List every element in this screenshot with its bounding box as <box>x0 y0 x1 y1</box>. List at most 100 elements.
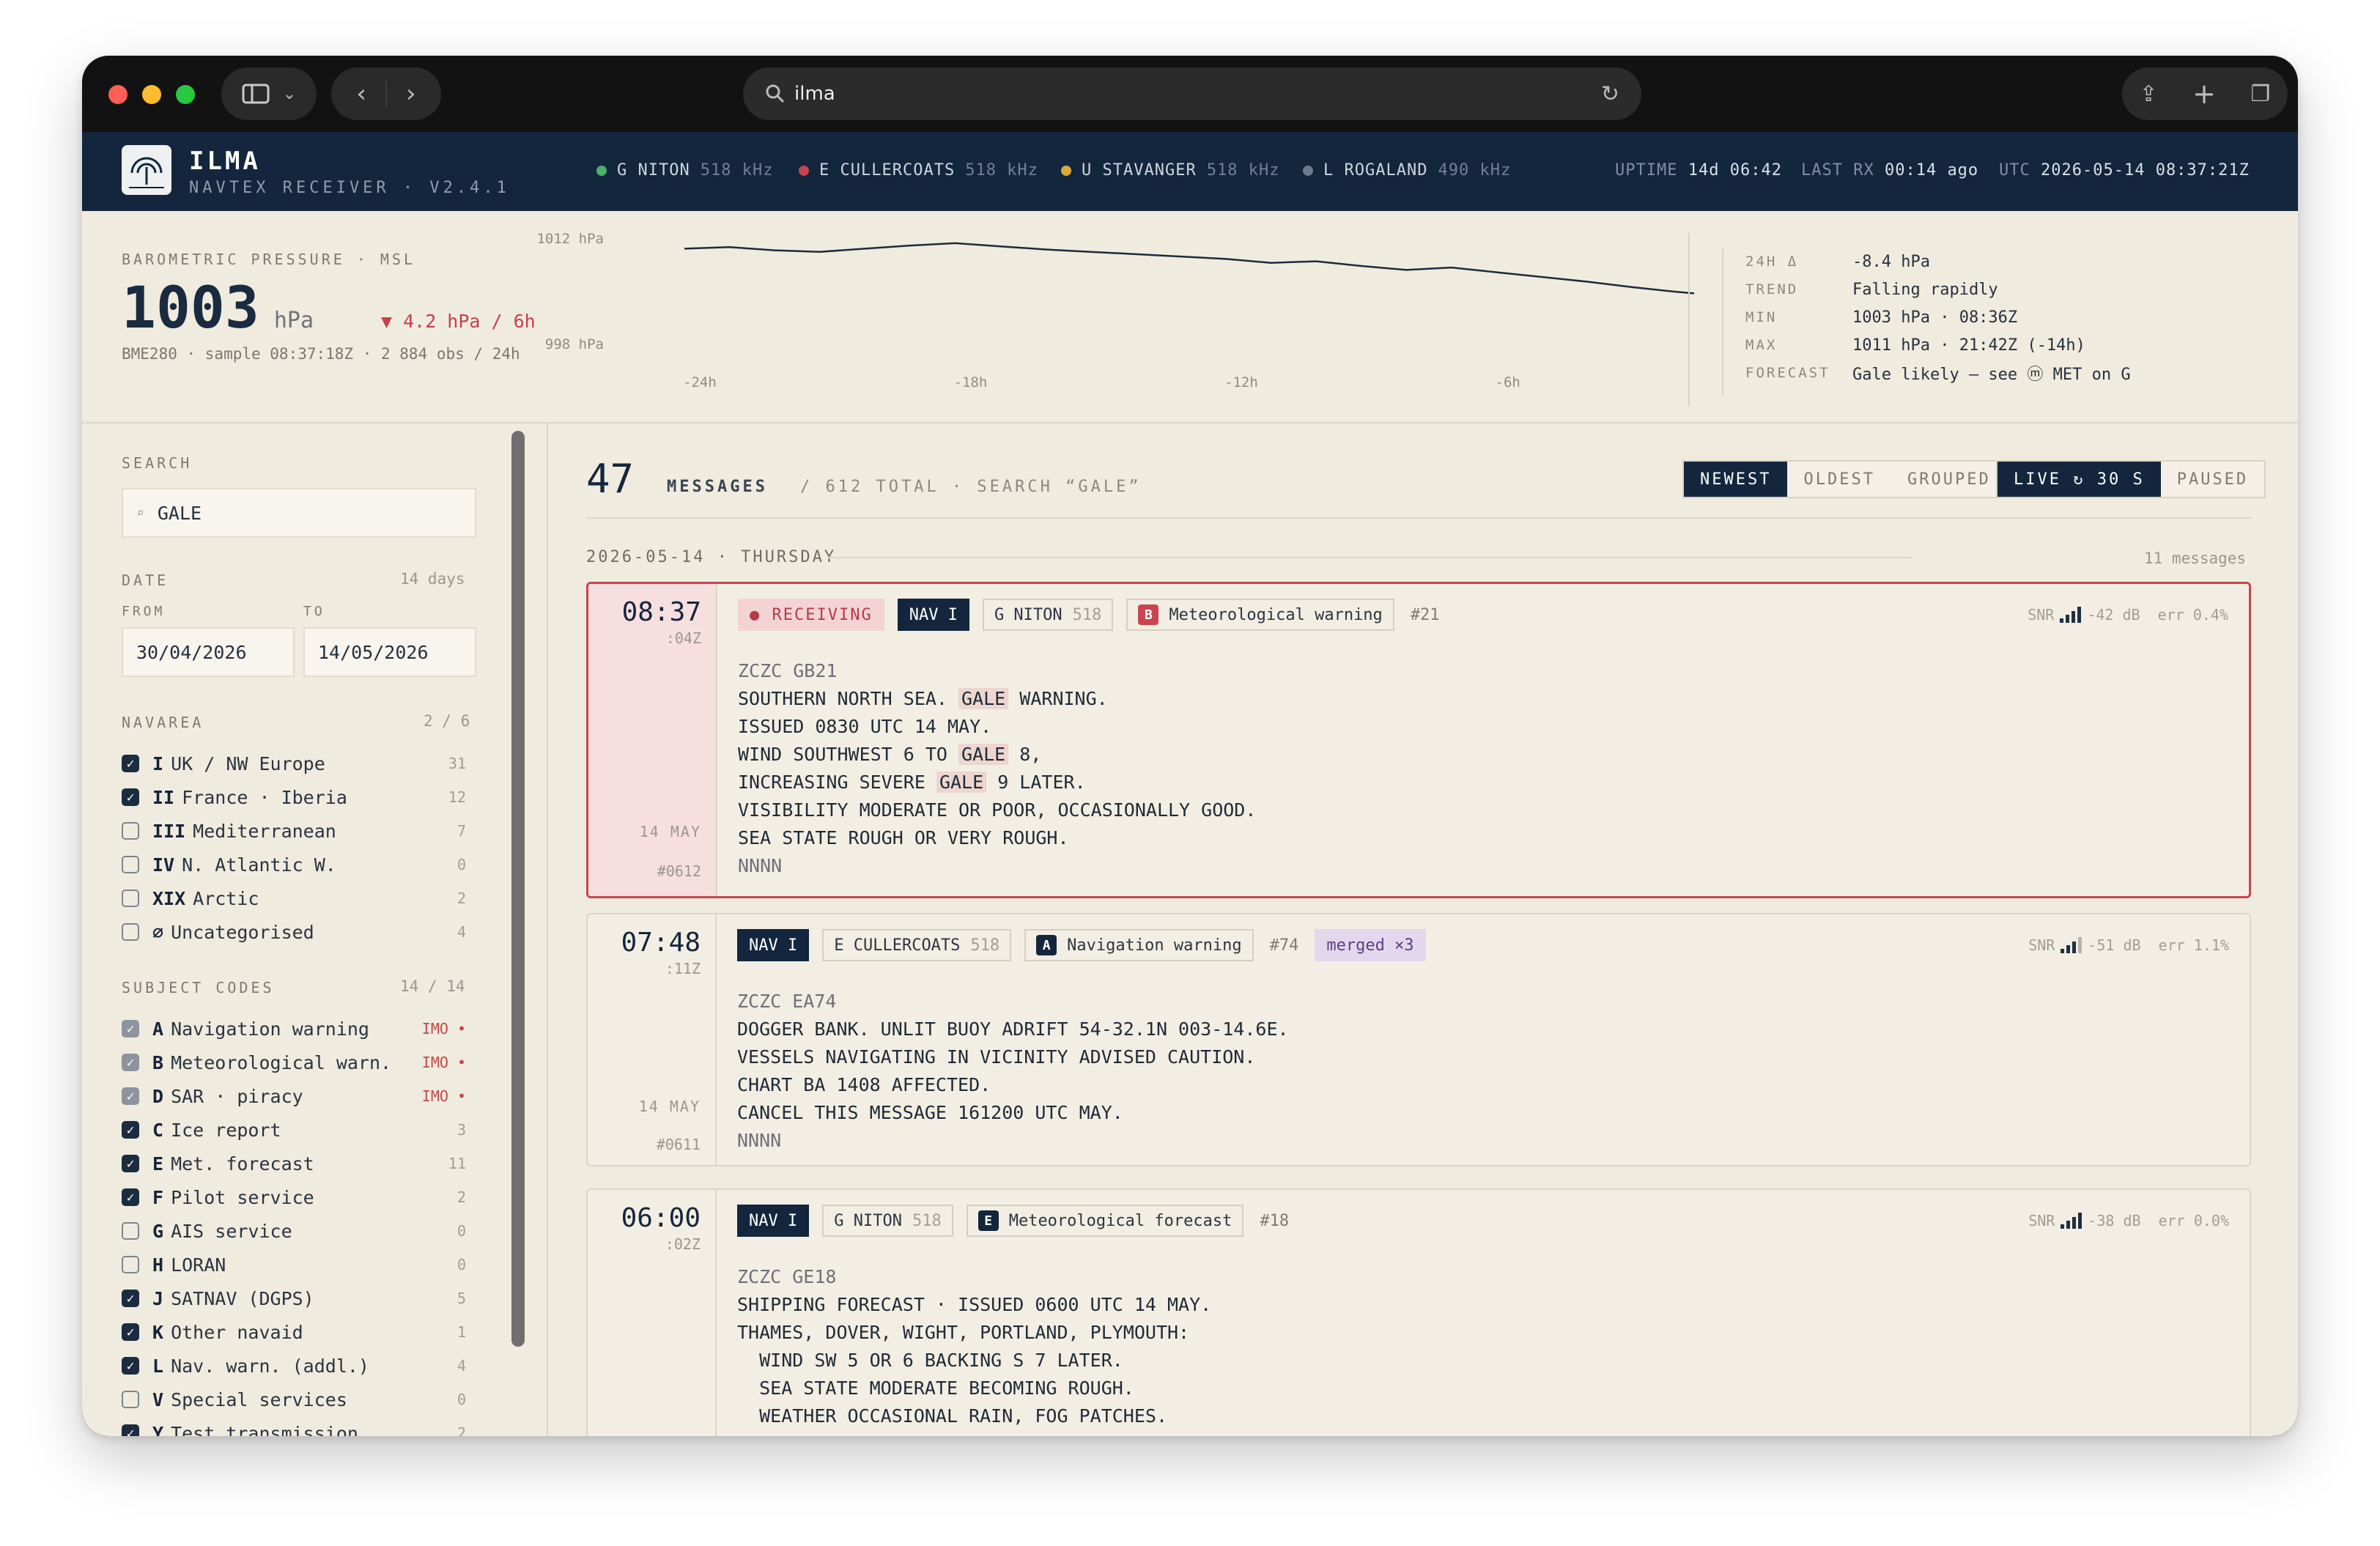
checkbox[interactable]: ✓ <box>122 1121 139 1139</box>
message-serial: #0611 <box>656 1136 701 1153</box>
back-icon[interactable]: ‹ <box>356 79 366 108</box>
checkbox[interactable] <box>122 1391 139 1408</box>
checkbox[interactable] <box>122 856 139 873</box>
minimize-window-button[interactable] <box>142 85 161 104</box>
checkbox[interactable]: ✓ <box>122 755 139 772</box>
checkbox[interactable] <box>122 1222 139 1240</box>
checkbox[interactable]: ✓ <box>122 788 139 806</box>
checkbox[interactable]: ✓ <box>122 1188 139 1206</box>
message-time: 07:48 <box>621 928 701 958</box>
maximize-window-button[interactable] <box>176 85 195 104</box>
subject-code-filter-row[interactable]: ✓ D SAR · piracy IMO • <box>122 1081 466 1111</box>
message-card[interactable]: 06:00 :02Z NAV I G NITON 518 E Meteorologi… <box>586 1188 2251 1436</box>
address-bar[interactable]: ilma ↻ <box>743 67 1641 120</box>
subject-code-filter-row[interactable]: V Special services 0 <box>122 1385 466 1414</box>
paused-button[interactable]: PAUSED <box>2160 462 2265 497</box>
subject-code-filter-row[interactable]: ✓ A Navigation warning IMO • <box>122 1014 466 1043</box>
search-highlight: GALE <box>958 744 1009 765</box>
reload-icon[interactable]: ↻ <box>1601 81 1619 107</box>
barometer-panel: BAROMETRIC PRESSURE · MSL 1003 hPa ▼ 4.2 … <box>82 211 2298 424</box>
checkbox[interactable] <box>122 889 139 907</box>
navarea-filter-row[interactable]: ✓ II France · Iberia 12 <box>122 783 466 812</box>
navarea-label: NAVAREA <box>122 714 204 731</box>
subject-badge[interactable]: A Navigation warning <box>1024 929 1254 961</box>
tabs-overview-icon[interactable]: ❐ <box>2250 81 2270 107</box>
message-tags: NAV I G NITON 518 E Meteorological forecas… <box>737 1205 1292 1237</box>
subject-code-filter-row[interactable]: ✓ K Other navaid 1 <box>122 1317 466 1347</box>
station-badge[interactable]: E CULLERCOATS 518 <box>822 929 1012 961</box>
navarea-filter-row[interactable]: XIX Arctic 2 <box>122 884 466 913</box>
navarea-badge[interactable]: NAV I <box>897 599 969 631</box>
share-icon[interactable]: ⇪ <box>2140 81 2158 107</box>
station-badge[interactable]: G NITON 518 <box>822 1205 953 1237</box>
checkbox[interactable]: ✓ <box>122 1323 139 1341</box>
search-label: SEARCH <box>122 454 193 472</box>
from-date-input[interactable]: 30/04/2026 <box>122 627 295 677</box>
navarea-filter-row[interactable]: ✓ I UK / NW Europe 31 <box>122 749 466 778</box>
checkbox[interactable]: ✓ <box>122 1290 139 1307</box>
message-id: #18 <box>1260 1211 1290 1230</box>
sidebar-toggle-button[interactable]: ⌄ <box>221 67 317 120</box>
message-body: ZCZC GB21 SOUTHERN NORTH SEA. GALE WARNIN… <box>738 660 1257 876</box>
checkbox[interactable]: ✓ <box>122 1020 139 1038</box>
sort-grouped-button[interactable]: GROUPED <box>1891 462 2007 497</box>
live-refresh-button[interactable]: LIVE ↻ 30 S <box>1998 462 2161 497</box>
forward-icon[interactable]: › <box>406 79 416 108</box>
navarea-filter-row[interactable]: III Mediterranean 7 <box>122 816 466 846</box>
navarea-count: 2 / 6 <box>424 712 470 730</box>
message-seconds: :11Z <box>665 960 701 977</box>
x-tick-label: -6h <box>1496 374 1520 391</box>
message-seconds: :04Z <box>665 629 701 647</box>
sort-oldest-button[interactable]: OLDEST <box>1787 462 1891 497</box>
subject-badge[interactable]: E Meteorological forecast <box>966 1205 1244 1237</box>
browser-window: ⌄ ‹ › ilma ↻ ⇪ + ❐ ILMA NAVTEX RECEIVER … <box>82 56 2298 1436</box>
checkbox[interactable]: ✓ <box>122 1424 139 1436</box>
message-card[interactable]: 07:48 :11Z 14 MAY #0611 NAV I E CULLERCO… <box>586 913 2251 1166</box>
subject-code-filter-row[interactable]: ✓ J SATNAV (DGPS) 5 <box>122 1284 466 1313</box>
x-tick-label: -12h <box>1224 374 1258 391</box>
filter-sidebar: SEARCH ⌕ GALE DATE 14 days FROM TO 30/04/… <box>82 424 548 1436</box>
subject-badge[interactable]: B Meteorological warning <box>1126 599 1394 631</box>
close-window-button[interactable] <box>108 85 128 104</box>
checkbox[interactable] <box>122 822 139 840</box>
checkbox[interactable]: ✓ <box>122 1087 139 1105</box>
message-id: #21 <box>1410 605 1440 624</box>
pressure-stat-row: 24H Δ -8.4 hPa <box>1745 252 1930 271</box>
navarea-badge[interactable]: NAV I <box>737 1205 810 1237</box>
sidebar-scrollbar[interactable] <box>511 431 525 1347</box>
subject-code-filter-row[interactable]: ✓ B Meteorological warn. IMO • <box>122 1048 466 1077</box>
message-count: 47 <box>586 456 635 502</box>
checkbox[interactable]: ✓ <box>122 1054 139 1071</box>
to-date-input[interactable]: 14/05/2026 <box>303 627 476 677</box>
uptime-readout: UPTIME 14d 06:42 <box>1615 161 1782 180</box>
station-stavanger[interactable]: U STAVANGER 518 kHz <box>1061 161 1279 180</box>
ilma-app: ILMA NAVTEX RECEIVER · V2.4.1 G NITON 518… <box>82 132 2298 1436</box>
pressure-stat-row: MIN 1003 hPa · 08:36Z <box>1745 308 2018 327</box>
station-badge[interactable]: G NITON 518 <box>982 599 1114 631</box>
subject-code-filter-row[interactable]: G AIS service 0 <box>122 1216 466 1246</box>
subject-code-filter-row[interactable]: ✓ E Met. forecast 11 <box>122 1149 466 1178</box>
subject-code-filter-row[interactable]: H LORAN 0 <box>122 1250 466 1279</box>
search-icon <box>766 84 785 103</box>
navarea-badge[interactable]: NAV I <box>737 929 810 961</box>
station-niton[interactable]: G NITON 518 kHz <box>596 161 773 180</box>
checkbox[interactable] <box>122 923 139 941</box>
toolbar-divider <box>586 517 2251 519</box>
search-input[interactable]: ⌕ GALE <box>122 488 476 538</box>
navarea-filter-row[interactable]: ⌀ Uncategorised 4 <box>122 917 466 947</box>
checkbox[interactable]: ✓ <box>122 1357 139 1375</box>
subject-code-filter-row[interactable]: ✓ F Pilot service 2 <box>122 1183 466 1212</box>
checkbox[interactable]: ✓ <box>122 1155 139 1172</box>
subject-code-filter-row[interactable]: ✓ L Nav. warn. (addl.) 4 <box>122 1351 466 1380</box>
station-cullercoats[interactable]: E CULLERCOATS 518 kHz <box>799 161 1038 180</box>
sort-newest-button[interactable]: NEWEST <box>1684 462 1788 497</box>
new-tab-icon[interactable]: + <box>2192 78 2216 110</box>
checkbox[interactable] <box>122 1256 139 1273</box>
subject-code-filter-row[interactable]: ✓ Y Test transmission 2 <box>122 1419 466 1436</box>
station-rogaland[interactable]: L ROGALAND 490 kHz <box>1303 161 1511 180</box>
merged-badge[interactable]: merged ×3 <box>1315 929 1426 961</box>
message-card-receiving[interactable]: 08:37 :04Z 14 MAY #0612 ● RECEIVING NAV … <box>586 582 2251 898</box>
subject-code-filter-row[interactable]: ✓ C Ice report 3 <box>122 1115 466 1144</box>
navarea-filter-row[interactable]: IV N. Atlantic W. 0 <box>122 850 466 879</box>
pressure-unit: hPa <box>273 308 314 333</box>
